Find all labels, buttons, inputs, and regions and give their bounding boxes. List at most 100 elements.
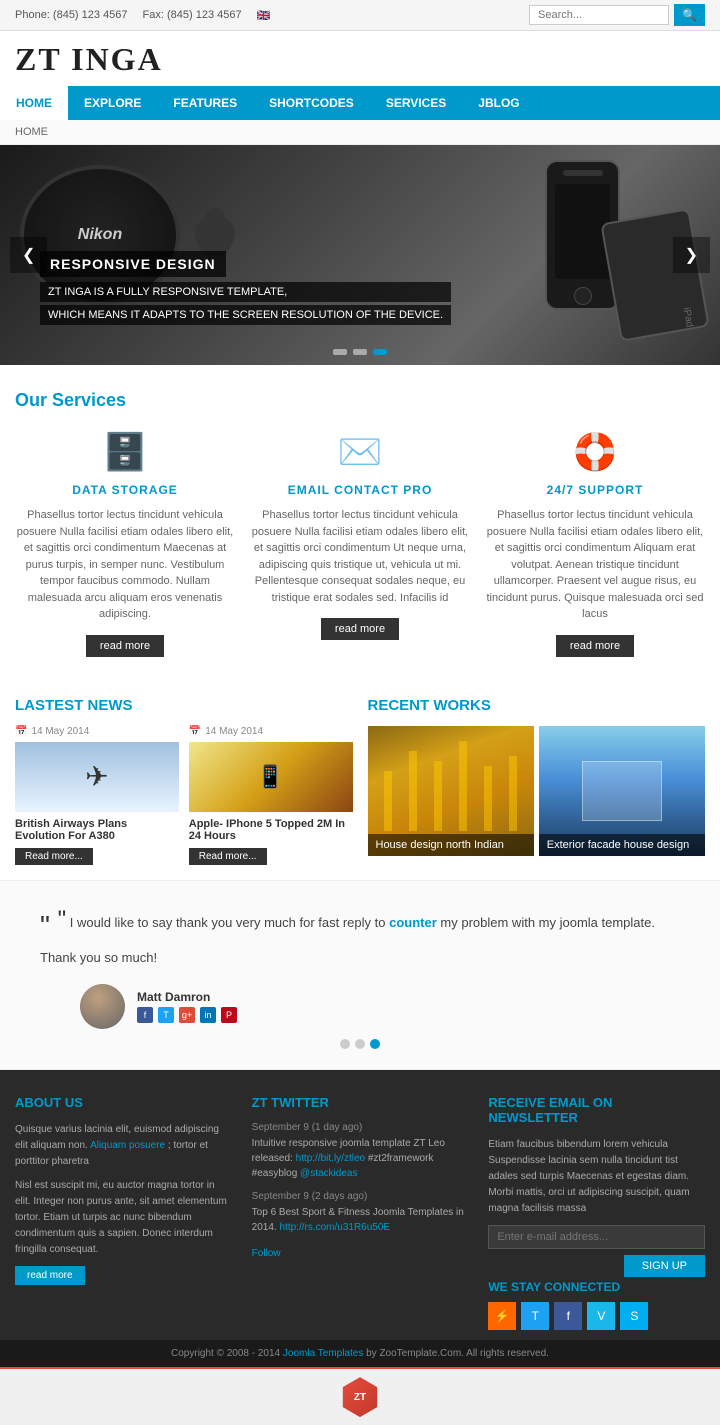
nav-home[interactable]: HOME: [0, 86, 68, 120]
twitter-follow-link[interactable]: Follow: [252, 1248, 281, 1259]
social-pinterest[interactable]: P: [221, 1007, 237, 1023]
news-thumb-2: 📱: [189, 742, 353, 812]
site-logo[interactable]: ZT INGA: [15, 41, 163, 77]
social-skype-button[interactable]: S: [620, 1302, 648, 1330]
social-linkedin[interactable]: in: [200, 1007, 216, 1023]
service-item-storage: 🗄️ DATA STORAGE Phasellus tortor lectus …: [15, 431, 235, 657]
twitter-date-1: September 9 (1 day ago): [252, 1122, 469, 1133]
ipad-shape: iPad: [600, 208, 709, 342]
signup-button[interactable]: SIGN UP: [624, 1255, 705, 1277]
footer-readmore-button[interactable]: read more: [15, 1266, 85, 1285]
testimonial-section: " I would like to say thank you very muc…: [0, 880, 720, 1071]
nav-shortcodes[interactable]: SHORTCODES: [253, 86, 370, 120]
quote-mark: ": [58, 906, 67, 933]
twitter-text-2: Top 6 Best Sport & Fitness Joomla Templa…: [252, 1205, 469, 1235]
twitter-link-2[interactable]: http://rs.com/u31R6u50E: [279, 1222, 390, 1233]
nav-explore[interactable]: EXPLORE: [68, 86, 157, 120]
slider-dots: [333, 349, 387, 355]
testimonial-quote: " I would like to say thank you very muc…: [40, 901, 680, 970]
footer-twitter-title: ZT TWITTER: [252, 1095, 469, 1110]
testi-dot-2[interactable]: [355, 1039, 365, 1049]
footer-newsletter-desc: Etiam faucibus bibendum lorem vehicula S…: [488, 1137, 705, 1217]
search-button[interactable]: 🔍: [674, 4, 705, 26]
slider-dot-3[interactable]: [373, 349, 387, 355]
nav-services[interactable]: SERVICES: [370, 86, 462, 120]
twitter-date-2: September 9 (2 days ago): [252, 1191, 469, 1202]
search-area: 🔍: [529, 4, 705, 26]
social-vimeo-button[interactable]: V: [587, 1302, 615, 1330]
footer-about: ABOUT US Quisque varius lacinia elit, eu…: [15, 1095, 232, 1330]
fax-info: Fax: (845) 123 4567: [143, 9, 242, 21]
nikon-text: Nikon: [78, 226, 122, 244]
twitter-mention-1[interactable]: @stackideas: [300, 1168, 357, 1179]
testi-dot-1[interactable]: [340, 1039, 350, 1049]
testi-dot-3[interactable]: [370, 1039, 380, 1049]
service-readmore-support[interactable]: read more: [556, 635, 634, 657]
calendar-icon-1: 📅: [15, 726, 27, 737]
testimonial-counter: counter: [389, 915, 437, 930]
social-twitter-button[interactable]: T: [521, 1302, 549, 1330]
service-readmore-email[interactable]: read more: [321, 618, 399, 640]
slider-subtitle1: ZT INGA IS A FULLY RESPONSIVE TEMPLATE,: [40, 282, 451, 302]
newsletter-email-input[interactable]: [488, 1225, 705, 1249]
social-facebook[interactable]: f: [137, 1007, 153, 1023]
news-works-section: LASTEST NEWS 📅 14 May 2014 ✈ British Air…: [0, 682, 720, 880]
work-item-2[interactable]: Exterior facade house design: [539, 726, 705, 856]
service-item-email: ✉️ EMAIL CONTACT PRO Phasellus tortor le…: [250, 431, 470, 657]
slider-dot-1[interactable]: [333, 349, 347, 355]
zt-logo-text: ZT: [354, 1392, 366, 1403]
work-label-1: House design north Indian: [368, 834, 534, 856]
top-bar-left: Phone: (845) 123 4567 Fax: (845) 123 456…: [15, 9, 270, 22]
works-section-title: RECENT WORKS: [368, 697, 706, 714]
service-title-email: EMAIL CONTACT PRO: [250, 483, 470, 497]
news-thumb-1: ✈: [15, 742, 179, 812]
news-readmore-1[interactable]: Read more...: [15, 848, 93, 865]
logo-bar: ZT INGA: [0, 31, 720, 86]
phone-info: Phone: (845) 123 4567: [15, 9, 128, 21]
service-item-support: 🛟 24/7 SUPPORT Phasellus tortor lectus t…: [485, 431, 705, 657]
news-date-2: 📅 14 May 2014: [189, 726, 353, 737]
search-input[interactable]: [529, 5, 669, 25]
works-section: RECENT WORKS: [368, 697, 706, 865]
service-desc-support: Phasellus tortor lectus tincidunt vehicu…: [485, 507, 705, 623]
news-readmore-2[interactable]: Read more...: [189, 848, 267, 865]
slider-title: RESPONSIVE DESIGN: [40, 251, 226, 277]
footer-about-link[interactable]: Aliquam posuere: [90, 1140, 165, 1151]
service-desc-email: Phasellus tortor lectus tincidunt vehicu…: [250, 507, 470, 606]
social-twitter[interactable]: T: [158, 1007, 174, 1023]
flag-icon: 🇬🇧: [257, 9, 271, 22]
slider-dot-2[interactable]: [353, 349, 367, 355]
email-icon: ✉️: [250, 431, 470, 473]
footer-about-para2: Nisl est suscipit mi, eu auctor magna to…: [15, 1178, 232, 1258]
work-label-2: Exterior facade house design: [539, 834, 705, 856]
copyright-text-after: by ZooTemplate.Com. All rights reserved.: [366, 1348, 549, 1359]
slider-next-button[interactable]: ❯: [673, 237, 710, 273]
works-grid: House design north Indian Exterior facad…: [368, 726, 706, 856]
nav-jblog[interactable]: JBLOG: [462, 86, 535, 120]
avatar-image: [80, 984, 125, 1029]
top-bar: Phone: (845) 123 4567 Fax: (845) 123 456…: [0, 0, 720, 31]
calendar-icon-2: 📅: [189, 726, 201, 737]
services-title: Our Services: [15, 390, 705, 411]
news-items-list: 📅 14 May 2014 ✈ British Airways Plans Ev…: [15, 726, 353, 865]
slider-overlay: RESPONSIVE DESIGN ZT INGA IS A FULLY RES…: [40, 251, 451, 325]
news-item-1: 📅 14 May 2014 ✈ British Airways Plans Ev…: [15, 726, 179, 865]
social-rss-button[interactable]: ⚡: [488, 1302, 516, 1330]
service-readmore-storage[interactable]: read more: [86, 635, 164, 657]
nav-features[interactable]: FEATURES: [157, 86, 253, 120]
footer-newsletter-title: RECEIVE EMAIL ON NEWSLETTER: [488, 1095, 705, 1125]
service-desc-storage: Phasellus tortor lectus tincidunt vehicu…: [15, 507, 235, 623]
work-item-1[interactable]: House design north Indian: [368, 726, 534, 856]
social-google[interactable]: g+: [179, 1007, 195, 1023]
news-date-1: 📅 14 May 2014: [15, 726, 179, 737]
slider-subtitle2: WHICH MEANS IT ADAPTS TO THE SCREEN RESO…: [40, 305, 451, 325]
hero-slider: Nikon iPad RESPONSIVE DESIGN ZT INGA IS …: [0, 145, 720, 365]
social-facebook-button[interactable]: f: [554, 1302, 582, 1330]
twitter-link-1[interactable]: http://bit.ly/ztleo: [296, 1153, 365, 1164]
author-name: Matt Damron: [137, 990, 237, 1004]
news-section-title: LASTEST NEWS: [15, 697, 353, 714]
main-nav: HOME EXPLORE FEATURES SHORTCODES SERVICE…: [0, 86, 720, 120]
copyright-joomla-link[interactable]: Joomla Templates: [283, 1348, 363, 1359]
slider-prev-button[interactable]: ❮: [10, 237, 47, 273]
footer-about-title: ABOUT US: [15, 1095, 232, 1110]
